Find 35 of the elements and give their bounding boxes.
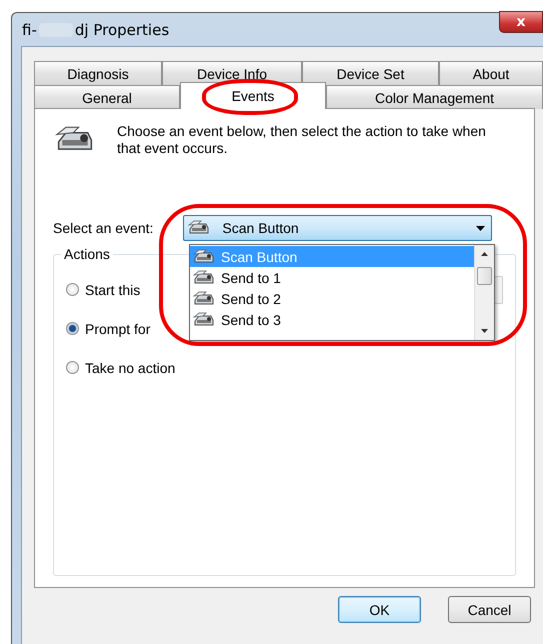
close-button[interactable]: x [499, 11, 543, 33]
scanner-icon [193, 270, 215, 286]
group-title: Actions [61, 246, 113, 262]
radio-label: Take no action [85, 360, 176, 376]
dropdown-value: Scan Button [222, 220, 300, 236]
radio-label: Prompt for [85, 320, 150, 336]
description-text: Choose an event below, then select the action to take when that event occurs. [117, 123, 487, 157]
scroll-up-icon[interactable] [481, 252, 488, 256]
scanner-icon [193, 312, 215, 328]
caret-icon [476, 226, 486, 230]
tab[interactable]: Events [180, 82, 326, 109]
dropdown-option[interactable]: Send to 3 [190, 309, 474, 330]
tab[interactable]: About [439, 61, 543, 85]
tab[interactable]: Diagnosis [34, 61, 162, 85]
tab[interactable]: Color Management [326, 85, 543, 109]
scrollbar[interactable] [474, 245, 494, 340]
event-dropdown[interactable]: Scan Button [183, 215, 492, 241]
scroll-thumb[interactable] [477, 267, 492, 285]
window-title: fi- [22, 20, 37, 38]
radio-label: Start this [85, 282, 140, 298]
radio-button[interactable] [66, 322, 79, 335]
cancel-button[interactable]: Cancel [448, 596, 531, 623]
tab[interactable]: General [34, 85, 180, 109]
scroll-down-icon[interactable] [481, 329, 488, 333]
ok-button[interactable]: OK [338, 596, 421, 623]
dropdown-option[interactable]: Send to 1 [190, 267, 474, 288]
field-label: Select an event: [53, 220, 154, 236]
radio-button[interactable] [66, 283, 79, 296]
radio-button[interactable] [66, 361, 79, 374]
scanner-icon [193, 290, 215, 306]
scanner-icon [193, 248, 215, 264]
tab[interactable]: Device Set [302, 61, 439, 85]
window-title: dj Properties [74, 20, 170, 38]
scanner-icon [188, 220, 210, 236]
dropdown-option[interactable]: Send to 2 [190, 288, 474, 309]
